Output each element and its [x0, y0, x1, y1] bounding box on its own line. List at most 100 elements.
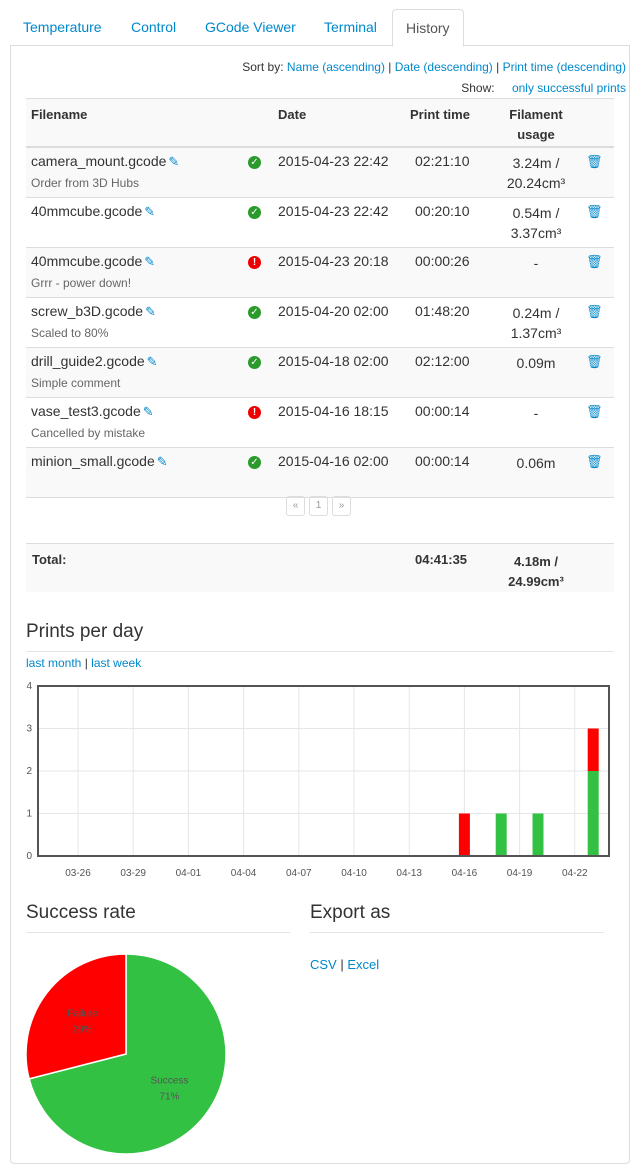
delete-trash-icon[interactable]: 🗑 [586, 304, 603, 320]
table-row: 40mmcube.gcode ✎ ✓ 2015-04-23 22:42 00:20:10… [26, 198, 614, 248]
tab-control[interactable]: Control [118, 9, 189, 46]
table-row: screw_b3D.gcode ✎ Scaled to 80% ✓ 2015-04-20… [26, 298, 614, 348]
edit-pencil-icon[interactable]: ✎ [144, 204, 155, 220]
header-filename[interactable]: Filename [31, 105, 87, 125]
delete-trash-icon[interactable]: 🗑 [586, 204, 603, 220]
header-filament[interactable]: Filament usage [494, 105, 578, 145]
row-filament-length: - [533, 255, 539, 271]
row-filename: drill_guide2.gcode ✎ [31, 353, 158, 370]
header-printtime[interactable]: Print time [410, 105, 470, 125]
export-separator: | [340, 957, 344, 972]
row-filament: 0.06m [494, 453, 578, 473]
edit-pencil-icon[interactable]: ✎ [143, 404, 154, 420]
sort-name-link[interactable]: Name (ascending) [287, 60, 385, 74]
y-tick-label: 2 [26, 766, 32, 777]
header-filament-line1: Filament [509, 107, 563, 122]
chart-range-links: last month | last week [26, 656, 141, 670]
row-filament-length: 0.09m [516, 355, 556, 371]
row-comment: Cancelled by mistake [31, 426, 146, 440]
total-filament-length: 4.18m / [513, 554, 559, 569]
row-printtime: 02:12:00 [415, 353, 470, 369]
bar [532, 813, 544, 856]
delete-trash-icon[interactable]: 🗑 [586, 154, 603, 170]
pager-page-1[interactable]: 1 [309, 496, 328, 516]
row-filament-length: 3.24m / [512, 155, 560, 171]
row-printtime: 00:20:10 [415, 203, 470, 219]
table-row: drill_guide2.gcode ✎ Simple comment ✓ 2015-0… [26, 348, 614, 398]
bar [458, 813, 470, 856]
edit-pencil-icon[interactable]: ✎ [144, 254, 155, 270]
success-check-icon: ✓ [248, 306, 261, 319]
y-tick-label: 4 [26, 681, 32, 692]
total-printtime: 04:41:35 [415, 552, 468, 567]
x-tick-label: 03-29 [120, 868, 146, 879]
row-date: 2015-04-18 02:00 [278, 353, 389, 369]
table-row: minion_small.gcode ✎ ✓ 2015-04-16 02:00 00:0… [26, 448, 614, 498]
header-filament-line2: usage [517, 127, 555, 142]
export-links: CSV | Excel [310, 957, 379, 972]
prints-per-day-heading: Prints per day [26, 621, 614, 652]
export-excel-link[interactable]: Excel [347, 957, 379, 972]
filename-text: vase_test3.gcode [31, 403, 141, 419]
row-filament-volume: 1.37cm³ [510, 325, 562, 341]
row-filament-volume: 3.37cm³ [510, 225, 562, 241]
total-filament-volume: 24.99cm³ [508, 574, 564, 589]
y-tick-label: 0 [26, 851, 32, 862]
row-printtime: 00:00:14 [415, 453, 470, 469]
export-heading: Export as [310, 902, 604, 933]
bar [495, 813, 507, 856]
table-header: Filename Date Print time Filament usage [26, 98, 614, 148]
x-tick-label: 04-13 [396, 868, 422, 879]
x-tick-label: 04-07 [286, 868, 312, 879]
tab-temperature[interactable]: Temperature [10, 9, 115, 46]
delete-trash-icon[interactable]: 🗑 [586, 404, 603, 420]
row-date: 2015-04-16 02:00 [278, 453, 389, 469]
success-rate-title: Success rate [26, 902, 136, 923]
export-csv-link[interactable]: CSV [310, 957, 337, 972]
row-printtime: 01:48:20 [415, 303, 470, 319]
filename-text: drill_guide2.gcode [31, 353, 145, 369]
y-tick-label: 3 [26, 724, 32, 735]
row-date: 2015-04-20 02:00 [278, 303, 389, 319]
failure-exclamation-icon: ! [248, 406, 261, 419]
x-tick-label: 03-26 [65, 868, 91, 879]
failure-exclamation-icon: ! [248, 256, 261, 269]
pie-slice-percent: 71% [159, 1092, 179, 1103]
tab-terminal[interactable]: Terminal [311, 9, 390, 46]
delete-trash-icon[interactable]: 🗑 [586, 354, 603, 370]
delete-trash-icon[interactable]: 🗑 [586, 454, 603, 470]
row-comment: Grrr - power down! [31, 276, 132, 290]
sort-printtime-link[interactable]: Print time (descending) [503, 60, 626, 74]
edit-pencil-icon[interactable]: ✎ [168, 154, 179, 170]
row-filename: 40mmcube.gcode ✎ [31, 253, 155, 270]
tab-gcode-viewer[interactable]: GCode Viewer [192, 9, 309, 46]
row-filament: 0.54m / 3.37cm³ [494, 203, 578, 243]
pager-next-button[interactable]: » [332, 496, 351, 516]
delete-trash-icon[interactable]: 🗑 [586, 254, 603, 270]
row-comment: Order from 3D Hubs [31, 176, 140, 190]
success-check-icon: ✓ [248, 356, 261, 369]
row-date: 2015-04-23 20:18 [278, 253, 389, 269]
last-month-link[interactable]: last month [26, 656, 81, 670]
row-filament: - [494, 253, 578, 273]
x-tick-label: 04-19 [507, 868, 533, 879]
edit-pencil-icon[interactable]: ✎ [157, 454, 168, 470]
row-filename: minion_small.gcode ✎ [31, 453, 168, 470]
pagination: « 1 » [286, 496, 351, 516]
pie-slice-label: Failure [67, 1008, 98, 1019]
pager-prev-button[interactable]: « [286, 496, 305, 516]
row-filename: screw_b3D.gcode ✎ [31, 303, 156, 320]
edit-pencil-icon[interactable]: ✎ [147, 354, 158, 370]
show-label: Show: [461, 81, 495, 95]
edit-pencil-icon[interactable]: ✎ [145, 304, 156, 320]
x-tick-label: 04-10 [341, 868, 367, 879]
sort-date-link[interactable]: Date (descending) [395, 60, 493, 74]
row-filament: - [494, 403, 578, 423]
header-date[interactable]: Date [278, 105, 306, 125]
row-comment: Scaled to 80% [31, 326, 109, 340]
last-week-link[interactable]: last week [91, 656, 141, 670]
show-successful-link[interactable]: only successful prints [512, 81, 626, 95]
row-date: 2015-04-23 22:42 [278, 203, 389, 219]
tab-history[interactable]: History [392, 9, 464, 47]
filename-text: screw_b3D.gcode [31, 303, 144, 319]
